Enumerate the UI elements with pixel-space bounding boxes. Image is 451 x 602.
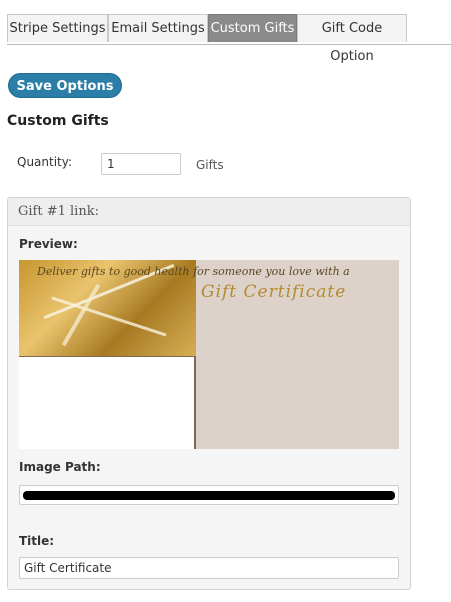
title-label: Title: [19, 534, 55, 548]
section-title: Custom Gifts [7, 113, 109, 129]
preview-tagline: Deliver gifts to good health for someone… [37, 265, 350, 278]
tab-email-settings[interactable]: Email Settings [108, 14, 208, 42]
image-path-input[interactable] [19, 485, 399, 505]
quantity-unit: Gifts [196, 158, 224, 172]
quantity-label: Quantity: [17, 155, 73, 169]
gift-panel-header: Gift #1 link: [8, 198, 410, 226]
title-input[interactable]: Gift Certificate [19, 557, 399, 579]
image-path-label: Image Path: [19, 460, 101, 474]
save-options-button[interactable]: Save Options [8, 73, 122, 98]
redaction-bar [23, 491, 395, 500]
quantity-input[interactable] [101, 153, 181, 175]
preview-label: Preview: [19, 237, 78, 251]
gift-panel: Gift #1 link: Preview: Deliver gifts to … [7, 197, 411, 590]
tab-custom-gifts[interactable]: Custom Gifts [208, 14, 297, 42]
preview-title: Gift Certificate [201, 282, 347, 302]
tab-gift-code-option[interactable]: Gift Code Option [297, 14, 407, 64]
settings-tabs: Stripe Settings Email Settings Custom Gi… [7, 14, 451, 64]
tab-stripe-settings[interactable]: Stripe Settings [7, 14, 108, 42]
preview-blank-area [19, 356, 196, 449]
gift-certificate-preview: Deliver gifts to good health for someone… [19, 260, 399, 449]
